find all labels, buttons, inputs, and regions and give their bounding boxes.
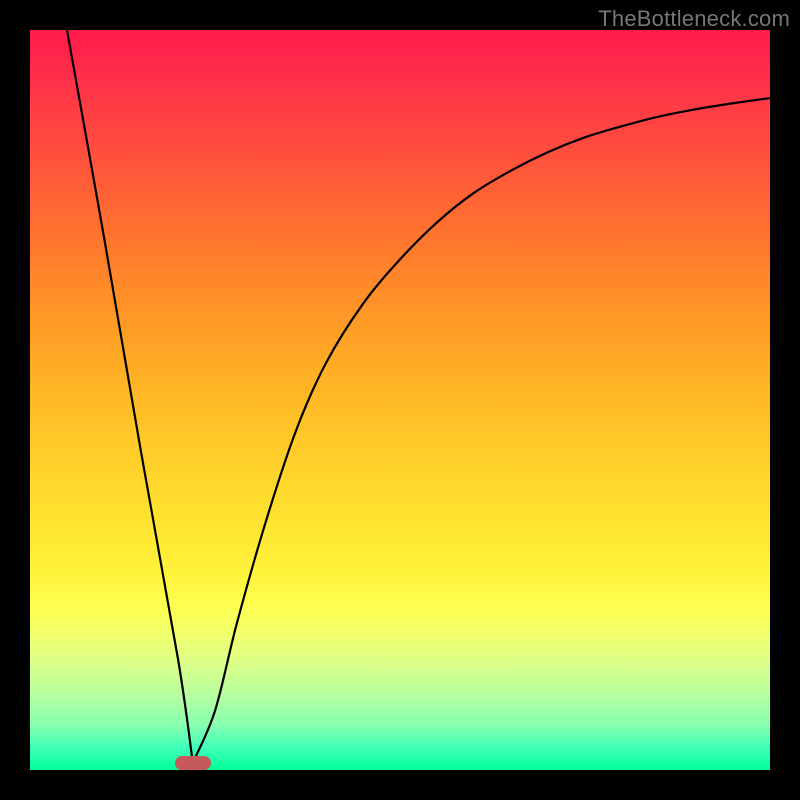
watermark-text: TheBottleneck.com [598, 6, 790, 32]
optimal-marker [175, 756, 211, 770]
plot-area [30, 30, 770, 770]
chart-frame: TheBottleneck.com [0, 0, 800, 800]
curve-layer [30, 30, 770, 770]
bottleneck-curve [67, 30, 770, 770]
